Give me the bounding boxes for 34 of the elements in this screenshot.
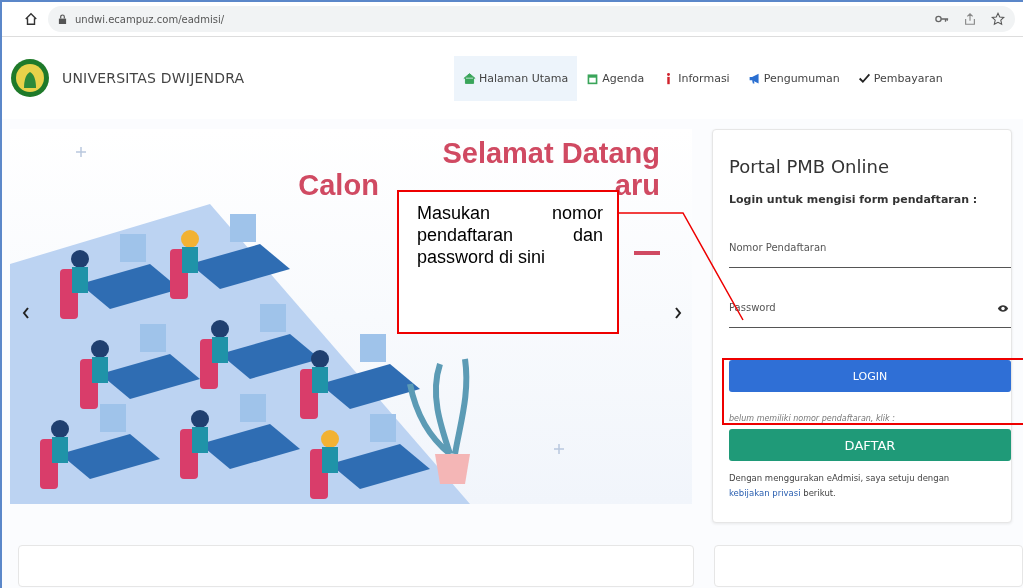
nav-link[interactable]: Pengumuman [738,55,849,101]
university-name: UNIVERSITAS DWIJENDRA [62,70,245,86]
login-button[interactable]: LOGIN [729,360,1011,392]
star-icon[interactable] [991,12,1005,26]
dash-mark [634,251,660,255]
url-text: undwi.ecampuz.com/eadmisi/ [75,13,225,25]
nav-link[interactable]: Pembayaran [848,55,952,101]
register-button[interactable]: DAFTAR [729,429,1011,461]
lock-icon [58,13,67,25]
home-icon[interactable] [24,12,38,26]
plus-sparkle-icon [76,147,86,157]
nav-link[interactable]: Informasi [653,55,739,101]
address-bar[interactable]: undwi.ecampuz.com/eadmisi/ [48,6,1015,32]
annotation-callout: Masukan nomor pendaftaran dan password di sini [397,190,619,334]
nav-link[interactable]: Agenda [577,55,654,101]
hero-title: Calon [298,169,379,201]
plus-sparkle-icon [554,444,564,454]
nav-link[interactable]: Halaman Utama [454,55,578,101]
eye-icon[interactable] [997,304,1009,313]
university-logo-icon [10,58,50,98]
terms-text: Dengan menggurakan eAdmisi, saya setuju dengan kebijakan privasi berikut. [729,472,951,500]
home-icon [463,71,476,85]
chevron-left-icon[interactable] [22,307,30,319]
hero-title: Selamat Datang [441,137,660,169]
register-hint: belum memiliki nomor pendaftaran, klik : [729,414,896,423]
login-title: Portal PMB Online [729,156,890,177]
login-subtitle: Login untuk mengisi form pendaftaran : [729,193,979,206]
chevron-right-icon[interactable] [674,307,682,319]
megaphone-icon [747,71,761,85]
check-icon [857,71,871,85]
share-icon[interactable] [963,12,977,26]
privacy-link[interactable]: kebijakan privasi [729,488,801,498]
input-field[interactable]: Nomor Pendaftaran [729,228,1011,268]
calendar-icon [586,71,600,85]
